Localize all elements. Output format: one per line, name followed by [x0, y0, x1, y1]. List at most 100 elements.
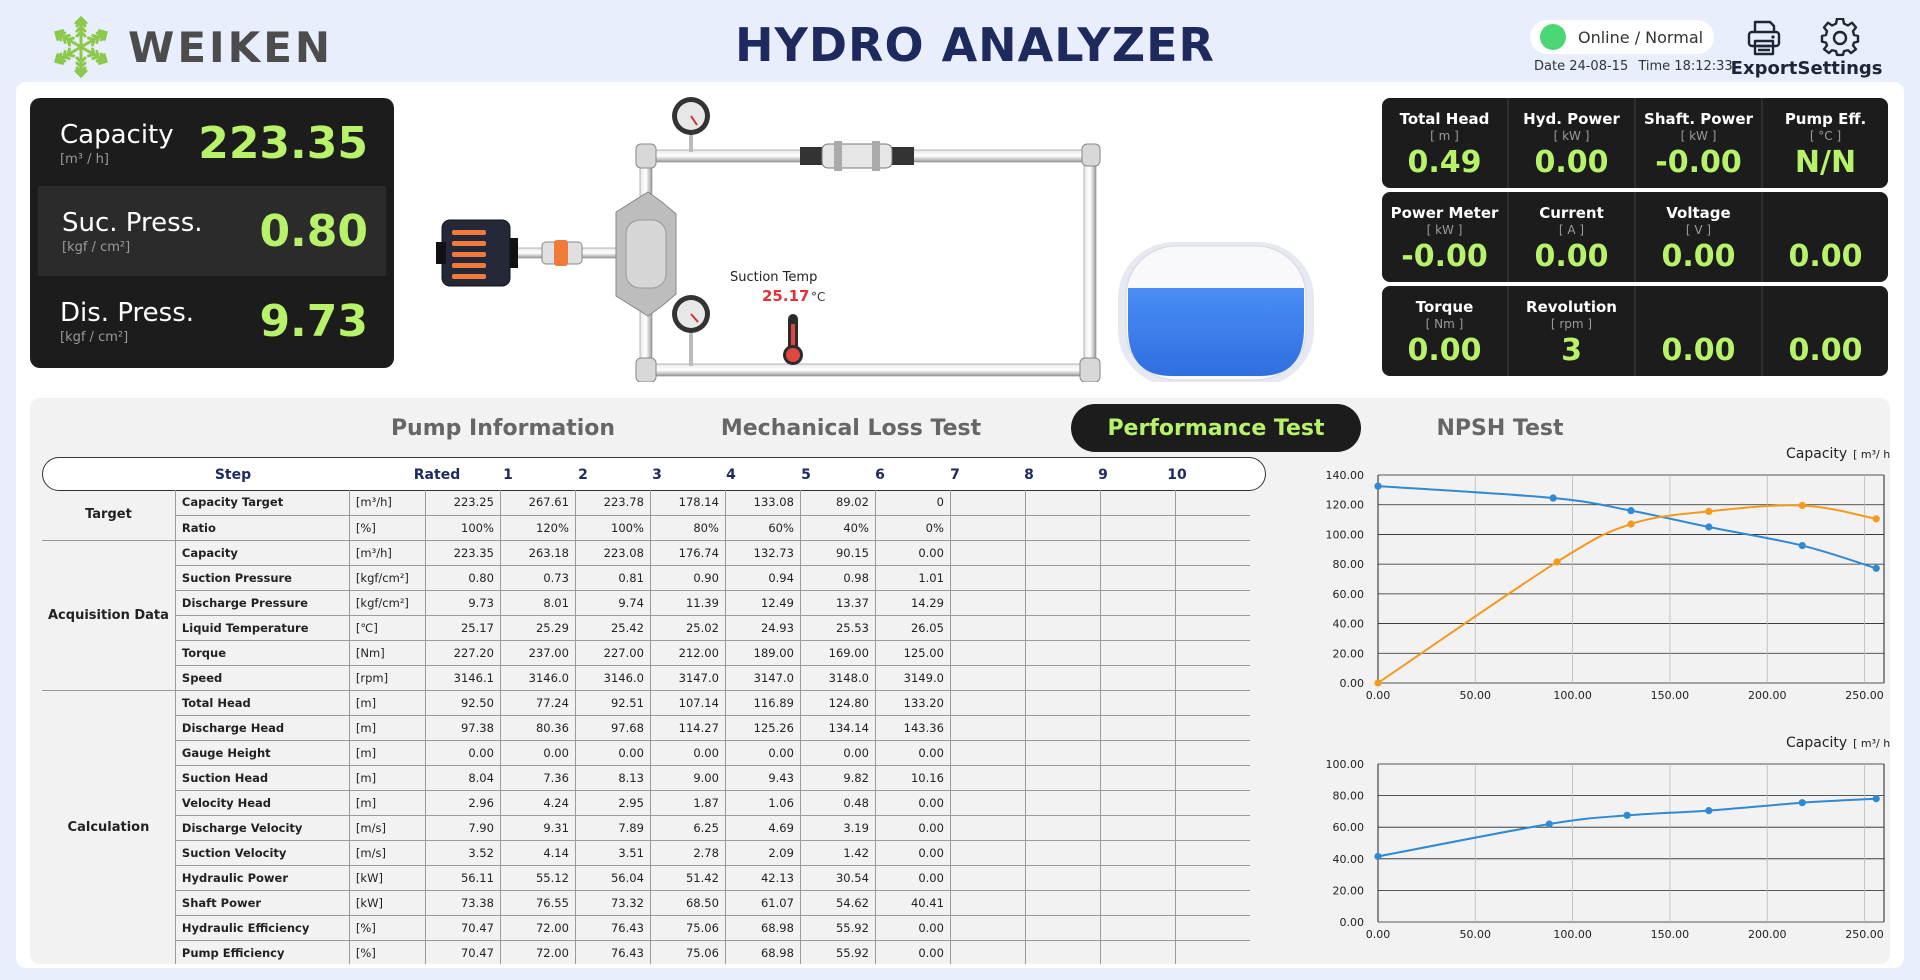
empty-cell	[950, 665, 1026, 691]
table-cell: 2.09	[725, 840, 801, 866]
chart-unit: [ m³/ h ]	[1853, 448, 1890, 461]
y-tick-label: 20.00	[1333, 884, 1365, 897]
unlabeled-metric: 0.00	[1636, 286, 1763, 376]
series-2-point	[1374, 679, 1382, 687]
table-cell: 3.19	[800, 815, 876, 841]
table-cell: 56.04	[575, 865, 651, 891]
table-cell: 77.24	[500, 690, 576, 716]
column-header: 1	[503, 467, 513, 483]
table-cell: 25.02	[650, 615, 726, 641]
empty-cell	[1175, 715, 1251, 741]
row-unit: [kgf/cm²]	[349, 565, 426, 591]
empty-cell	[950, 765, 1026, 791]
table-cell: 0.00	[875, 740, 951, 766]
table-cell: 56.11	[425, 865, 501, 891]
empty-cell	[1175, 540, 1251, 566]
empty-cell	[1025, 565, 1101, 591]
x-tick-label: 100.00	[1553, 689, 1592, 702]
table-cell: 1.06	[725, 790, 801, 816]
table-row: Velocity Head [m] 2.96 4.24 2.95 1.87 1.06 0.48…	[42, 790, 1251, 816]
table-cell: 227.20	[425, 640, 501, 666]
row-label: Discharge Head	[175, 715, 350, 741]
table-cell: 0.73	[500, 565, 576, 591]
empty-cell	[1025, 940, 1101, 964]
tab-mechanical-loss-test[interactable]: Mechanical Loss Test	[706, 404, 996, 452]
settings-button[interactable]: Settings	[1798, 18, 1882, 80]
row-label: Liquid Temperature	[175, 615, 350, 641]
export-button[interactable]: Export	[1724, 18, 1804, 80]
empty-cell	[1100, 740, 1176, 766]
table-cell: 176.74	[650, 540, 726, 566]
table-cell: 97.68	[575, 715, 651, 741]
table-cell: 25.17	[425, 615, 501, 641]
metric-value: 0.00	[1788, 333, 1863, 368]
metric-unit: [ Nm ]	[1425, 317, 1464, 331]
empty-cell	[1025, 690, 1101, 716]
table-cell: 3.52	[425, 840, 501, 866]
y-tick-label: 120.00	[1326, 499, 1365, 512]
table-cell: 0.48	[800, 790, 876, 816]
metric-value: 0.00	[1534, 145, 1609, 180]
series-1-point	[1872, 795, 1880, 803]
row-label: Torque	[175, 640, 350, 666]
empty-cell	[950, 740, 1026, 766]
table-cell: 0.90	[650, 565, 726, 591]
table-cell: 124.80	[800, 690, 876, 716]
secondary-metrics-panel: Total Head [ m ] 0.49 Hyd. Power [ kW ] …	[1382, 98, 1888, 380]
table-cell: 13.37	[800, 590, 876, 616]
table-cell: 0.00	[425, 740, 501, 766]
performance-data-table: Target Capacity Target [m³/h] 223.25 267.61 2…	[42, 490, 1251, 964]
table-cell: 55.92	[800, 915, 876, 941]
table-cell: 4.24	[500, 790, 576, 816]
row-unit: [m]	[349, 790, 426, 816]
empty-cell	[1175, 815, 1251, 841]
row-unit: [%]	[349, 515, 426, 541]
date-label: Date 24-08-15	[1534, 59, 1629, 74]
table-cell: 2.96	[425, 790, 501, 816]
suction-temp-value: 25.17	[762, 287, 809, 305]
metric-unit: [kgf / cm²]	[60, 329, 129, 345]
table-cell: 7.89	[575, 815, 651, 841]
empty-cell	[950, 515, 1026, 541]
y-tick-label: 40.00	[1333, 618, 1365, 631]
chart-title: Capacity	[1786, 446, 1847, 462]
table-cell: 223.08	[575, 540, 651, 566]
column-header: 2	[578, 467, 588, 483]
coupling-icon	[541, 240, 583, 266]
row-label: Pump Efficiency	[175, 940, 350, 964]
tab-pump-information[interactable]: Pump Information	[388, 404, 618, 452]
row-unit: [℃]	[349, 615, 426, 641]
test-section: Pump Information Mechanical Loss Test Pe…	[30, 398, 1890, 964]
table-row: Hydraulic Efficiency [%] 70.47 72.00 76.43 75…	[42, 915, 1251, 941]
table-cell: 1.87	[650, 790, 726, 816]
table-cell: 133.20	[875, 690, 951, 716]
table-cell: 7.36	[500, 765, 576, 791]
empty-cell	[1025, 640, 1101, 666]
empty-cell	[950, 790, 1026, 816]
empty-cell	[1100, 915, 1176, 941]
power-meter-metric: Power Meter [ kW ] -0.00	[1382, 192, 1509, 282]
metric-title: Pump Eff.	[1784, 110, 1867, 128]
empty-cell	[1100, 540, 1176, 566]
metric-unit: [kgf / cm²]	[62, 239, 131, 255]
suction-pressure-gauge-icon	[672, 295, 710, 366]
empty-cell	[1100, 615, 1176, 641]
table-row: Discharge Pressure [kgf/cm²] 9.73 8.01 9.74 1…	[42, 590, 1251, 616]
empty-cell	[1175, 615, 1251, 641]
empty-cell	[1100, 565, 1176, 591]
table-cell: 133.08	[725, 490, 801, 516]
table-row: Ratio [%] 100% 120% 100% 80% 60% 40% 0%	[42, 515, 1251, 541]
primary-metrics-panel: Capacity [m³ / h] 223.35 Suc. Press. [kg…	[30, 98, 394, 368]
y-tick-label: 60.00	[1333, 821, 1365, 834]
table-cell: 0.00	[650, 740, 726, 766]
discharge-pressure-metric: Dis. Press. [kgf / cm²] 9.73	[30, 276, 394, 366]
chart-1: Capacity [ m³/ h ] 0.00 20.00 40.00 60.00 80.0…	[1326, 446, 1891, 702]
table-cell: 60%	[725, 515, 801, 541]
discharge-pressure-gauge-icon	[672, 97, 710, 152]
connection-status: Online / Normal	[1530, 20, 1714, 54]
y-tick-label: 40.00	[1333, 853, 1365, 866]
row-unit: [Nm]	[349, 640, 426, 666]
table-cell: 9.74	[575, 590, 651, 616]
table-cell: 89.02	[800, 490, 876, 516]
row-unit: [%]	[349, 915, 426, 941]
